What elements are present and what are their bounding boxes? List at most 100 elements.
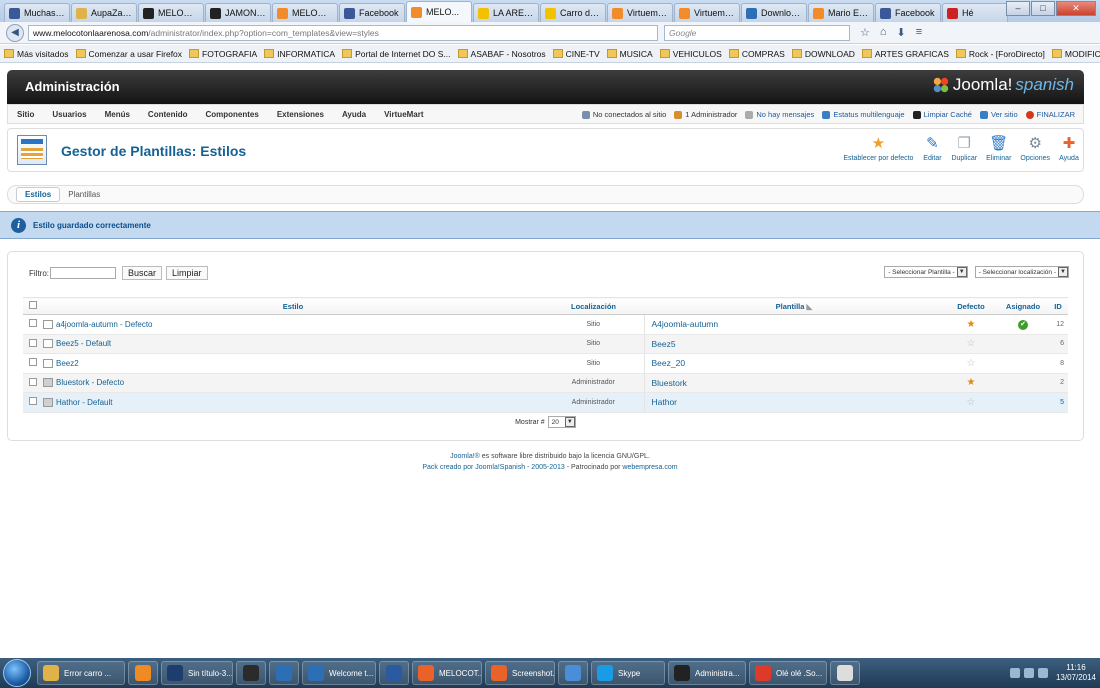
taskbar-item[interactable]: Skype — [591, 661, 665, 685]
joomla-logo[interactable]: Joomla! spanish — [932, 75, 1074, 95]
template-link[interactable]: Hathor — [643, 392, 944, 413]
close-window-button[interactable]: ✕ — [1056, 1, 1096, 16]
browser-tab[interactable]: Mario Ele... — [808, 3, 874, 22]
default-star-icon[interactable]: ★ — [967, 319, 976, 330]
bookmark-item[interactable]: Más visitados — [4, 49, 69, 59]
toolbar-button-star[interactable]: ★ Establecer por defecto — [843, 134, 913, 162]
bookmark-item[interactable]: CINE-TV — [552, 49, 600, 59]
toolbar-button-edit[interactable]: ✎ Editar — [922, 134, 942, 162]
tab-estilos[interactable]: Estilos — [16, 187, 61, 202]
menu-item[interactable]: Contenido — [139, 110, 197, 119]
template-select[interactable]: - Seleccionar Plantilla - ▼ — [884, 266, 968, 278]
tab-plantillas[interactable]: Plantillas — [60, 188, 108, 201]
table-row[interactable]: Hathor - Default Administrador Hathor ☆ 5 — [23, 392, 1068, 413]
browser-tab[interactable]: AupaZara... — [71, 3, 137, 22]
joomlaspanish-link[interactable]: Pack creado por Joomla!Spanish - 2005-20… — [422, 464, 564, 471]
browser-tab[interactable]: Virtuema... — [607, 3, 673, 22]
style-link[interactable]: Beez2 — [43, 358, 543, 368]
menu-item[interactable]: VirtueMart — [375, 110, 432, 119]
download-icon[interactable]: ⬇ — [897, 26, 906, 39]
row-checkbox-cell[interactable] — [23, 314, 43, 335]
taskbar-item[interactable]: Error carro ... — [37, 661, 125, 685]
not-default-star-icon[interactable]: ☆ — [967, 358, 976, 369]
location-select[interactable]: - Seleccionar localización - ▼ — [974, 266, 1069, 278]
template-link[interactable]: Bluestork — [643, 373, 944, 393]
volume-icon[interactable] — [1023, 668, 1034, 678]
table-row[interactable]: a4joomla-autumn - Defecto Sitio A4joomla-a… — [23, 314, 1068, 335]
style-link[interactable]: Hathor - Default — [43, 397, 543, 407]
bookmark-star-icon[interactable]: ☆ — [860, 26, 870, 39]
menu-icon[interactable]: ≡ — [916, 26, 922, 39]
bookmark-item[interactable]: Rock - [ForoDirecto] — [955, 49, 1045, 59]
col-estilo[interactable]: Estilo — [43, 297, 543, 315]
taskbar-item[interactable] — [128, 661, 158, 685]
browser-tab[interactable]: Hé — [942, 3, 1008, 22]
browser-tab[interactable]: Virtuema... — [674, 3, 740, 22]
webempresa-link[interactable]: webempresa.com — [622, 464, 677, 471]
toolbar-button-help[interactable]: ✚ Ayuda — [1059, 134, 1079, 162]
template-link[interactable]: A4joomla-autumn — [643, 314, 944, 335]
filter-input[interactable] — [50, 267, 116, 279]
bookmark-item[interactable]: ARTES GRAFICAS — [861, 49, 949, 59]
tray-app-icon[interactable] — [1037, 668, 1048, 678]
menu-item[interactable]: Ayuda — [333, 110, 375, 119]
back-button[interactable]: ◀ — [6, 23, 24, 42]
clear-button[interactable]: Limpiar — [166, 266, 208, 280]
row-checkbox-cell[interactable] — [23, 353, 43, 374]
row-checkbox[interactable] — [29, 358, 37, 367]
menu-item[interactable]: Extensiones — [268, 110, 333, 119]
status-item[interactable]: Limpiar Caché — [912, 110, 972, 119]
default-cell[interactable]: ★ — [944, 373, 998, 393]
browser-tab[interactable]: MELOCO... — [272, 3, 338, 22]
default-cell[interactable]: ☆ — [944, 392, 998, 413]
maximize-button[interactable]: □ — [1031, 1, 1055, 16]
browser-tab[interactable]: JAMONE... — [205, 3, 271, 22]
bookmark-item[interactable]: FOTOGRAFIA — [189, 49, 257, 59]
bookmark-item[interactable]: Comenzar a usar Firefox — [75, 49, 182, 59]
toolbar-button-options[interactable]: ⚙ Opciones — [1020, 134, 1050, 162]
taskbar-item[interactable] — [558, 661, 588, 685]
default-star-icon[interactable]: ★ — [967, 377, 976, 388]
browser-tab[interactable]: Downloads — [741, 3, 807, 22]
default-cell[interactable]: ☆ — [944, 334, 998, 354]
not-default-star-icon[interactable]: ☆ — [967, 338, 976, 349]
clock[interactable]: 11:16 13/07/2014 — [1056, 663, 1096, 683]
browser-tab[interactable]: Muchas ... — [4, 3, 70, 22]
bookmark-item[interactable]: COMPRAS — [728, 49, 785, 59]
row-checkbox-cell[interactable] — [23, 373, 43, 393]
browser-tab[interactable]: LA AREN... — [473, 3, 539, 22]
row-checkbox[interactable] — [29, 397, 37, 406]
taskbar-item[interactable] — [830, 661, 860, 685]
style-link[interactable]: Beez5 - Default — [43, 339, 543, 349]
bookmark-item[interactable]: Portal de Internet DO S... — [342, 49, 451, 59]
status-item[interactable]: Ver sitio — [979, 110, 1018, 119]
browser-tab[interactable]: Carro de ... — [540, 3, 606, 22]
default-cell[interactable]: ☆ — [944, 353, 998, 374]
row-checkbox[interactable] — [29, 319, 37, 328]
template-link[interactable]: Beez_20 — [643, 353, 944, 374]
taskbar-item[interactable]: Olé olé .So... — [749, 661, 827, 685]
taskbar-item[interactable]: Welcome t... — [302, 661, 376, 685]
table-row[interactable]: Bluestork - Defecto Administrador Bluestor… — [23, 373, 1068, 393]
menu-item[interactable]: Menús — [96, 110, 139, 119]
home-icon[interactable]: ⌂ — [880, 26, 887, 39]
bookmark-item[interactable]: VEHICULOS — [659, 49, 722, 59]
row-checkbox[interactable] — [29, 338, 37, 347]
taskbar-item[interactable]: Sin título-3... — [161, 661, 233, 685]
template-link[interactable]: Beez5 — [643, 334, 944, 354]
minimize-button[interactable]: – — [1006, 1, 1030, 16]
limit-select[interactable]: 20 ▼ — [547, 416, 576, 428]
col-plantilla[interactable]: Plantilla ◣ — [644, 297, 944, 315]
bookmark-item[interactable]: ASABAF - Nosotros — [457, 49, 546, 59]
not-default-star-icon[interactable]: ☆ — [967, 397, 976, 408]
browser-tab[interactable]: MELO... — [406, 1, 472, 22]
taskbar-item[interactable] — [379, 661, 409, 685]
toolbar-button-copy[interactable]: ❐ Duplicar — [951, 134, 977, 162]
network-icon[interactable] — [1009, 668, 1020, 678]
browser-tab[interactable]: Facebook — [875, 3, 941, 22]
status-item[interactable]: Estatus multilenguaje — [822, 110, 905, 119]
col-defecto[interactable]: Defecto — [944, 297, 998, 315]
browser-tab[interactable]: MELOCO... — [138, 3, 204, 22]
checkall-checkbox[interactable] — [29, 301, 37, 309]
search-button[interactable]: Buscar — [122, 266, 163, 280]
